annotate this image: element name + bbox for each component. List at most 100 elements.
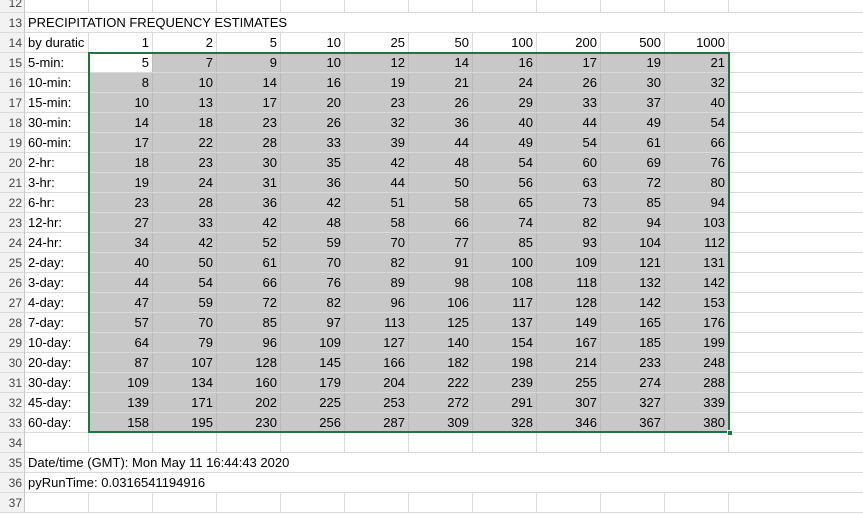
estimate-cell[interactable]: 7 xyxy=(153,53,217,72)
estimate-cell[interactable]: 26 xyxy=(409,93,473,112)
estimate-cell[interactable]: 14 xyxy=(409,53,473,72)
duration-label-cell[interactable]: 3-day: xyxy=(25,273,89,292)
estimate-cell[interactable]: 225 xyxy=(281,393,345,412)
estimate-cell[interactable]: 10 xyxy=(153,73,217,92)
estimate-cell[interactable]: 176 xyxy=(665,313,729,332)
row-header[interactable]: 36 xyxy=(0,473,25,493)
row-header[interactable]: 32 xyxy=(0,393,25,413)
estimate-cell[interactable]: 28 xyxy=(217,133,281,152)
empty-cell[interactable] xyxy=(345,433,409,452)
estimate-cell[interactable]: 66 xyxy=(665,133,729,152)
spreadsheet-grid[interactable]: 12 13 PRECIPITATION FREQUENCY ESTIMATES 14 b… xyxy=(0,0,863,514)
estimate-cell[interactable]: 36 xyxy=(281,173,345,192)
empty-cell[interactable] xyxy=(345,0,409,12)
estimate-cell[interactable]: 9 xyxy=(217,53,281,72)
estimate-cell[interactable]: 117 xyxy=(473,293,537,312)
estimate-cell[interactable]: 26 xyxy=(281,113,345,132)
estimate-cell[interactable]: 112 xyxy=(665,233,729,252)
empty-cell[interactable] xyxy=(601,433,665,452)
row-header[interactable]: 33 xyxy=(0,413,25,433)
estimate-cell[interactable]: 14 xyxy=(217,73,281,92)
empty-cell[interactable] xyxy=(473,493,537,512)
row-header[interactable]: 34 xyxy=(0,433,25,453)
estimate-cell[interactable]: 70 xyxy=(345,233,409,252)
duration-label-cell[interactable]: 60-day: xyxy=(25,413,89,432)
duration-label-cell[interactable]: 3-hr: xyxy=(25,173,89,192)
estimate-cell[interactable]: 239 xyxy=(473,373,537,392)
estimate-cell[interactable]: 19 xyxy=(345,73,409,92)
estimate-cell[interactable]: 100 xyxy=(473,253,537,272)
row-header[interactable]: 23 xyxy=(0,213,25,233)
row-header[interactable]: 26 xyxy=(0,273,25,293)
estimate-cell[interactable]: 58 xyxy=(409,193,473,212)
duration-label-cell[interactable]: 10-min: xyxy=(25,73,89,92)
empty-cell[interactable] xyxy=(537,0,601,12)
estimate-cell[interactable]: 85 xyxy=(217,313,281,332)
empty-cell[interactable] xyxy=(665,433,729,452)
estimate-cell[interactable]: 48 xyxy=(409,153,473,172)
estimate-cell[interactable]: 32 xyxy=(345,113,409,132)
empty-cell[interactable] xyxy=(217,0,281,12)
empty-cell[interactable] xyxy=(217,493,281,512)
estimate-cell[interactable]: 17 xyxy=(537,53,601,72)
estimate-cell[interactable]: 70 xyxy=(281,253,345,272)
estimate-cell[interactable]: 82 xyxy=(345,253,409,272)
row-header[interactable]: 37 xyxy=(0,493,25,513)
empty-cell[interactable] xyxy=(601,0,665,12)
estimate-cell[interactable]: 167 xyxy=(537,333,601,352)
estimate-cell[interactable]: 24 xyxy=(473,73,537,92)
estimate-cell[interactable]: 165 xyxy=(601,313,665,332)
estimate-cell[interactable]: 42 xyxy=(345,153,409,172)
duration-label-cell[interactable]: 12-hr: xyxy=(25,213,89,232)
estimate-cell[interactable]: 42 xyxy=(153,233,217,252)
estimate-cell[interactable]: 34 xyxy=(89,233,153,252)
estimate-cell[interactable]: 19 xyxy=(601,53,665,72)
estimate-cell[interactable]: 154 xyxy=(473,333,537,352)
estimate-cell[interactable]: 30 xyxy=(601,73,665,92)
estimate-cell[interactable]: 204 xyxy=(345,373,409,392)
estimate-cell[interactable]: 65 xyxy=(473,193,537,212)
estimate-cell[interactable]: 113 xyxy=(345,313,409,332)
estimate-cell[interactable]: 214 xyxy=(537,353,601,372)
row-header[interactable]: 27 xyxy=(0,293,25,313)
empty-cell[interactable] xyxy=(217,433,281,452)
estimate-cell[interactable]: 291 xyxy=(473,393,537,412)
row-header[interactable]: 28 xyxy=(0,313,25,333)
estimate-cell[interactable]: 40 xyxy=(473,113,537,132)
estimate-cell[interactable]: 127 xyxy=(345,333,409,352)
empty-cell[interactable] xyxy=(281,0,345,12)
estimate-cell[interactable]: 103 xyxy=(665,213,729,232)
row-header[interactable]: 13 xyxy=(0,13,25,33)
estimate-cell[interactable]: 82 xyxy=(537,213,601,232)
estimate-cell[interactable]: 69 xyxy=(601,153,665,172)
empty-cell[interactable] xyxy=(473,0,537,12)
estimate-cell[interactable]: 52 xyxy=(217,233,281,252)
estimate-cell[interactable]: 85 xyxy=(601,193,665,212)
estimate-cell[interactable]: 142 xyxy=(665,273,729,292)
estimate-cell[interactable]: 142 xyxy=(601,293,665,312)
estimate-cell[interactable]: 80 xyxy=(665,173,729,192)
estimate-cell[interactable]: 222 xyxy=(409,373,473,392)
estimate-cell[interactable]: 327 xyxy=(601,393,665,412)
estimate-cell[interactable]: 248 xyxy=(665,353,729,372)
empty-cell[interactable] xyxy=(89,0,153,12)
empty-cell[interactable] xyxy=(25,0,89,12)
estimate-cell[interactable]: 40 xyxy=(89,253,153,272)
estimate-cell[interactable]: 76 xyxy=(281,273,345,292)
estimate-cell[interactable]: 132 xyxy=(601,273,665,292)
estimate-cell[interactable]: 8 xyxy=(89,73,153,92)
row-header[interactable]: 14 xyxy=(0,33,25,53)
estimate-cell[interactable]: 59 xyxy=(153,293,217,312)
empty-cell[interactable] xyxy=(409,433,473,452)
estimate-cell[interactable]: 40 xyxy=(665,93,729,112)
duration-label-cell[interactable]: 7-day: xyxy=(25,313,89,332)
estimate-cell[interactable]: 109 xyxy=(89,373,153,392)
estimate-cell[interactable]: 274 xyxy=(601,373,665,392)
estimate-cell[interactable]: 328 xyxy=(473,413,537,432)
estimate-cell[interactable]: 30 xyxy=(217,153,281,172)
estimate-cell[interactable]: 23 xyxy=(153,153,217,172)
estimate-cell[interactable]: 20 xyxy=(281,93,345,112)
estimate-cell[interactable]: 288 xyxy=(665,373,729,392)
estimate-cell[interactable]: 59 xyxy=(281,233,345,252)
return-period-header-cell[interactable]: 200 xyxy=(537,33,601,52)
